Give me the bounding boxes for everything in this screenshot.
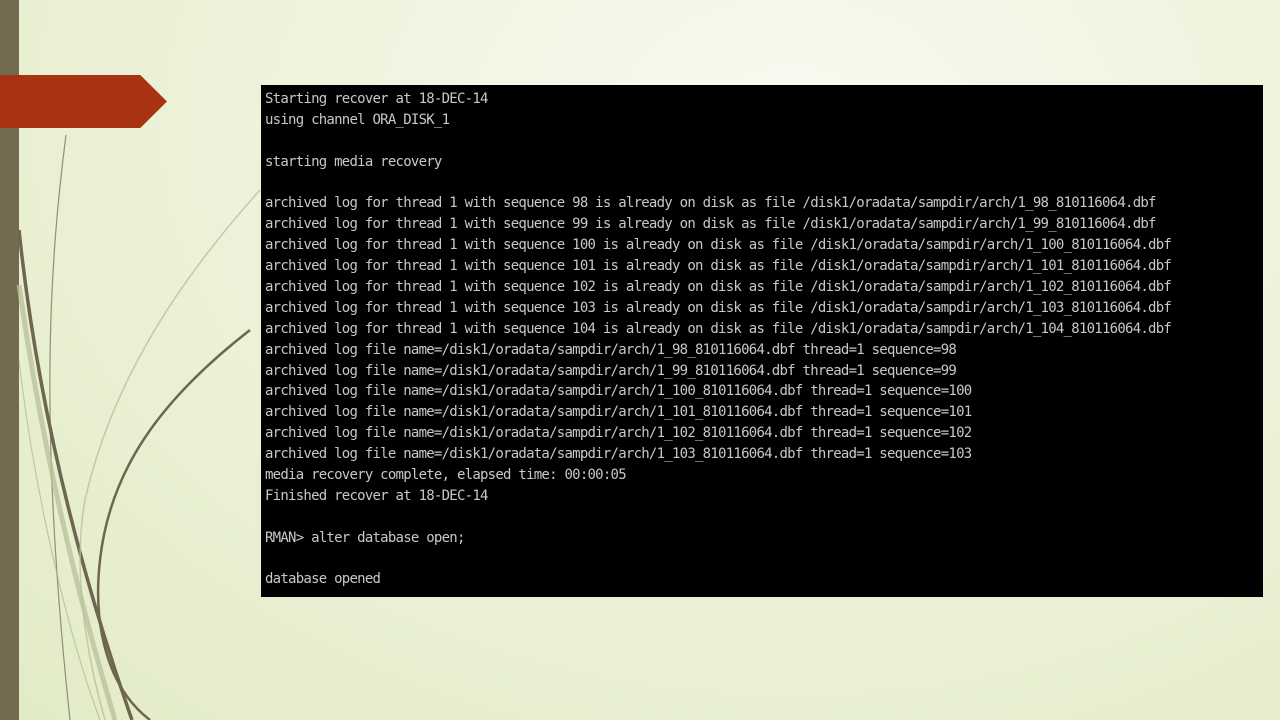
- terminal-line: media recovery complete, elapsed time: 0…: [265, 467, 627, 484]
- terminal-line: archived log file name=/disk1/oradata/sa…: [265, 425, 972, 442]
- terminal-line: Starting recover at 18-DEC-14: [265, 91, 488, 107]
- terminal-line: archived log file name=/disk1/oradata/sa…: [265, 383, 972, 400]
- terminal-line: archived log for thread 1 with sequence …: [265, 320, 1172, 337]
- terminal-line: starting media recovery: [265, 153, 442, 170]
- title-arrow-banner: [0, 75, 167, 128]
- terminal-line: archived log for thread 1 with sequence …: [265, 237, 1172, 254]
- terminal-line: archived log for thread 1 with sequence …: [265, 299, 1172, 316]
- terminal-line: archived log file name=/disk1/oradata/sa…: [265, 341, 957, 358]
- terminal-line: archived log file name=/disk1/oradata/sa…: [265, 446, 972, 463]
- terminal-line: archived log for thread 1 with sequence …: [265, 279, 1172, 296]
- terminal-line: archived log file name=/disk1/oradata/sa…: [265, 362, 957, 379]
- terminal-line: archived log for thread 1 with sequence …: [265, 216, 1156, 233]
- terminal-line: RMAN> alter database open;: [265, 529, 465, 546]
- terminal-line: archived log for thread 1 with sequence …: [265, 258, 1172, 275]
- terminal-screenshot: Starting recover at 18-DEC-14 using chann…: [261, 85, 1263, 597]
- terminal-line: Finished recover at 18-DEC-14: [265, 487, 488, 504]
- terminal-line: archived log for thread 1 with sequence …: [265, 195, 1156, 212]
- terminal-line: database opened: [265, 571, 381, 588]
- terminal-line: using channel ORA_DISK_1: [265, 111, 450, 128]
- terminal-line: archived log file name=/disk1/oradata/sa…: [265, 404, 972, 421]
